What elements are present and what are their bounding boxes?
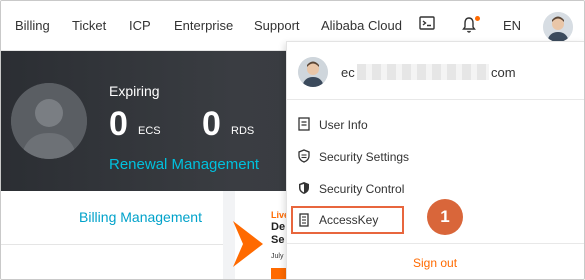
shield-icon <box>298 149 310 168</box>
nav-ticket[interactable]: Ticket <box>72 18 106 33</box>
document-icon <box>298 117 310 136</box>
billing-management-link[interactable]: Billing Management <box>79 209 202 225</box>
nav-icp[interactable]: ICP <box>129 18 151 33</box>
dropdown-footer-divider <box>287 243 584 244</box>
lower-panel <box>1 246 223 279</box>
nav-alibaba-cloud[interactable]: Alibaba Cloud <box>321 18 402 33</box>
account-email-prefix: ec <box>341 65 355 80</box>
language-switch[interactable]: EN <box>503 18 521 33</box>
nav-billing[interactable]: Billing <box>15 18 50 33</box>
renewal-management-link[interactable]: Renewal Management <box>109 156 259 173</box>
console-frame: Billing Ticket ICP Enterprise Support Al… <box>0 0 585 280</box>
promo-date: July <box>271 253 284 260</box>
terminal-icon[interactable] <box>419 15 435 36</box>
user-avatar-icon[interactable] <box>543 12 573 42</box>
step-callout: 1 <box>427 199 463 235</box>
account-email-suffix: com <box>491 65 516 80</box>
ecs-expiring-count: 0 <box>109 105 128 143</box>
shield-check-icon <box>298 181 310 200</box>
promo-title-line1: De <box>271 221 286 233</box>
menu-item-accesskey[interactable]: AccessKey <box>319 213 378 227</box>
ecs-label: ECS <box>138 125 161 137</box>
arrow-right-icon <box>231 219 265 274</box>
nav-support[interactable]: Support <box>254 18 300 33</box>
menu-item-security-control[interactable]: Security Control <box>319 182 404 196</box>
rds-label: RDS <box>231 125 255 137</box>
expiring-label: Expiring <box>109 83 160 99</box>
key-icon <box>298 213 310 232</box>
menu-item-security-settings[interactable]: Security Settings <box>319 150 409 164</box>
nav-enterprise[interactable]: Enterprise <box>174 18 233 33</box>
sign-out-button[interactable]: Sign out <box>413 256 457 270</box>
account-avatar-icon <box>11 83 87 159</box>
menu-item-user-info[interactable]: User Info <box>319 118 368 132</box>
email-redaction <box>357 64 489 80</box>
promo-title-line2: Se <box>271 234 285 246</box>
notification-dot <box>475 16 480 21</box>
rds-expiring-count: 0 <box>202 105 221 143</box>
dropdown-divider <box>287 99 584 100</box>
dropdown-avatar-icon <box>298 57 328 87</box>
